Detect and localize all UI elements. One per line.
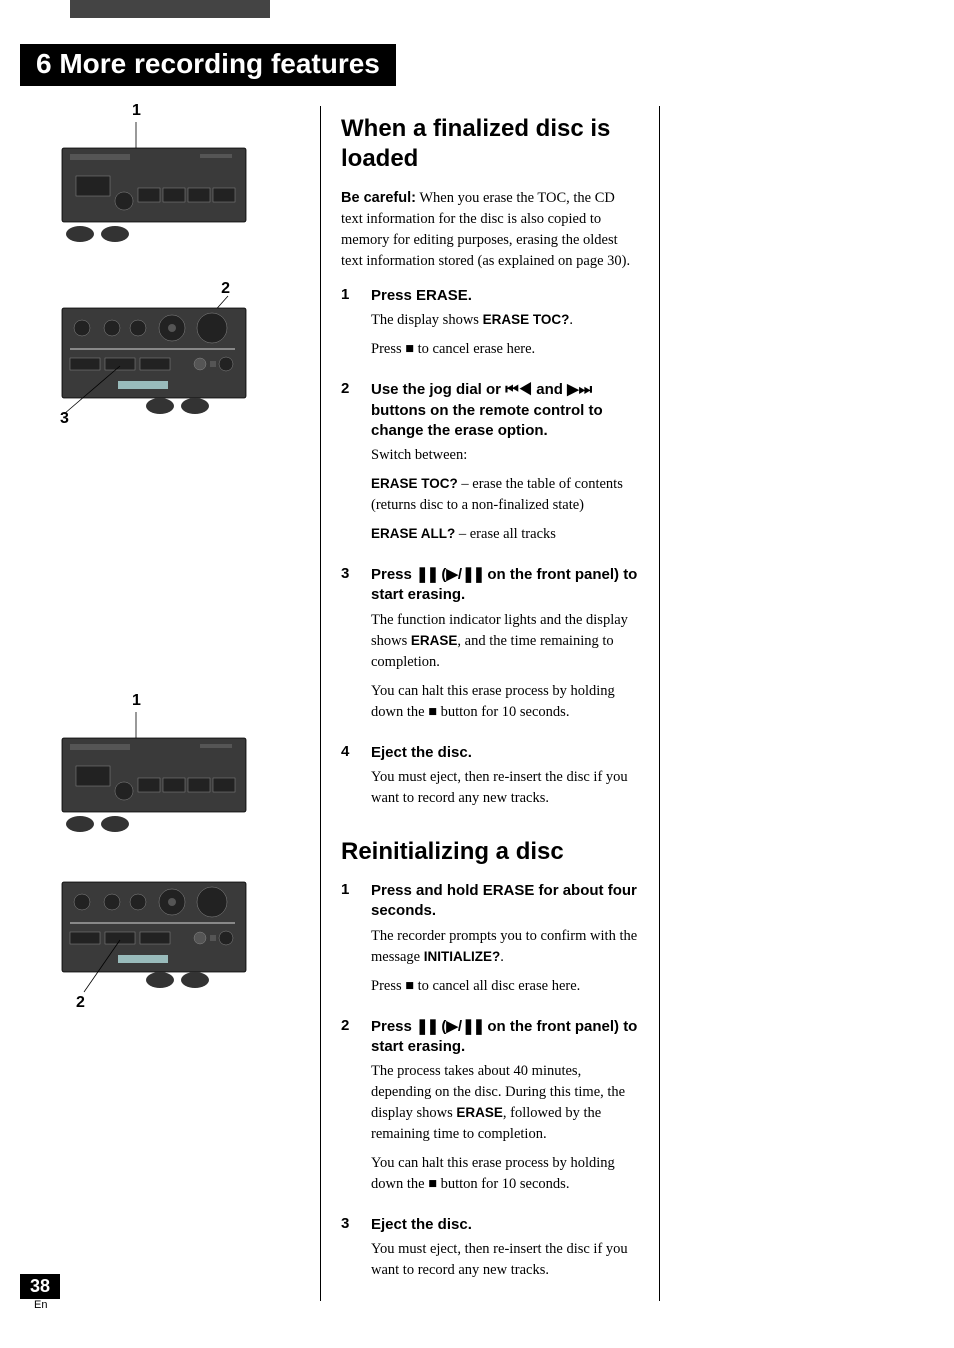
step-text: ERASE ALL? – erase all tracks — [371, 524, 639, 545]
step-heading: Press ❚❚ (▶/❚❚ on the front panel) to st… — [371, 565, 639, 606]
diagram2-callout-2: 2 — [221, 280, 230, 298]
step-heading: Use the jog dial or ⏮◀ and ▶⏭ buttons on… — [371, 380, 639, 441]
page-number-box: 38 En — [20, 1274, 60, 1311]
play-pause-icon: ▶/❚❚ — [446, 566, 483, 583]
section1-title: When a finalized disc is loaded — [341, 114, 639, 174]
stop-icon: ■ — [405, 978, 414, 994]
device-diagram-2: 2 3 — [60, 286, 250, 426]
step-heading: Press ERASE. — [371, 286, 639, 306]
step-heading: Eject the disc. — [371, 743, 639, 763]
stop-icon: ■ — [428, 1176, 437, 1192]
step-text: The display shows ERASE TOC?. — [371, 310, 639, 331]
play-pause-icon: ▶/❚❚ — [446, 1018, 483, 1035]
s1-step4: 4 Eject the disc. You must eject, then r… — [341, 743, 639, 817]
diagram1-callout-1: 1 — [132, 102, 141, 120]
s2-step2: 2 Press ❚❚ (▶/❚❚ on the front panel) to … — [341, 1017, 639, 1204]
device-closeup-svg — [60, 286, 250, 426]
step-text: You can halt this erase process by holdi… — [371, 1153, 639, 1195]
step-heading: Press and hold ERASE for about four seco… — [371, 881, 639, 922]
device-diagram-3: 1 — [60, 696, 250, 836]
device-diagram-1: 1 — [60, 106, 250, 246]
step-number: 2 — [341, 1017, 355, 1204]
step-heading: Eject the disc. — [371, 1215, 639, 1235]
step-text: The function indicator lights and the di… — [371, 610, 639, 673]
s1-step1: 1 Press ERASE. The display shows ERASE T… — [341, 286, 639, 368]
right-column: When a finalized disc is loaded Be caref… — [320, 106, 660, 1301]
step-number: 1 — [341, 881, 355, 1005]
intro-bold: Be careful: — [341, 190, 416, 206]
diagram4-callout-2: 2 — [76, 994, 85, 1012]
s1-step2: 2 Use the jog dial or ⏮◀ and ▶⏭ buttons … — [341, 380, 639, 553]
diagram3-callout-1: 1 — [132, 692, 141, 710]
section2-title: Reinitializing a disc — [341, 837, 639, 867]
step-number: 4 — [341, 743, 355, 817]
header-tab — [70, 0, 270, 18]
step-text: Press ■ to cancel erase here. — [371, 339, 639, 360]
stop-icon: ■ — [428, 704, 437, 720]
page-language: En — [20, 1299, 60, 1311]
device-front-svg-2 — [60, 696, 250, 836]
section1-intro: Be careful: When you erase the TOC, the … — [341, 188, 639, 272]
stop-icon: ■ — [405, 341, 414, 357]
step-number: 1 — [341, 286, 355, 368]
step-text: ERASE TOC? – erase the table of contents… — [371, 474, 639, 516]
step-heading: Press ❚❚ (▶/❚❚ on the front panel) to st… — [371, 1017, 639, 1058]
device-front-svg — [60, 106, 250, 246]
step-text: The process takes about 40 minutes, depe… — [371, 1061, 639, 1145]
skip-back-icon: ⏮◀ — [505, 381, 532, 398]
device-diagram-4: 2 — [60, 876, 250, 996]
skip-forward-icon: ▶⏭ — [567, 381, 592, 398]
pause-icon: ❚❚ — [416, 566, 437, 583]
step-text: You must eject, then re-insert the disc … — [371, 1239, 639, 1281]
step-text: You can halt this erase process by holdi… — [371, 681, 639, 723]
page-number: 38 — [20, 1274, 60, 1299]
step-text: Press ■ to cancel all disc erase here. — [371, 976, 639, 997]
step-text: The recorder prompts you to confirm with… — [371, 926, 639, 968]
s2-step3: 3 Eject the disc. You must eject, then r… — [341, 1215, 639, 1289]
chapter-heading: 6 More recording features — [20, 44, 396, 86]
step-number: 2 — [341, 380, 355, 553]
s2-step1: 1 Press and hold ERASE for about four se… — [341, 881, 639, 1005]
s1-step3: 3 Press ❚❚ (▶/❚❚ on the front panel) to … — [341, 565, 639, 731]
pause-icon: ❚❚ — [416, 1018, 437, 1035]
step-number: 3 — [341, 1215, 355, 1289]
step-text: Switch between: — [371, 445, 639, 466]
step-text: You must eject, then re-insert the disc … — [371, 767, 639, 809]
device-closeup-svg-2 — [60, 876, 250, 996]
left-column: 1 2 3 — [20, 106, 320, 1301]
step-number: 3 — [341, 565, 355, 731]
diagram2-callout-3: 3 — [60, 410, 69, 428]
